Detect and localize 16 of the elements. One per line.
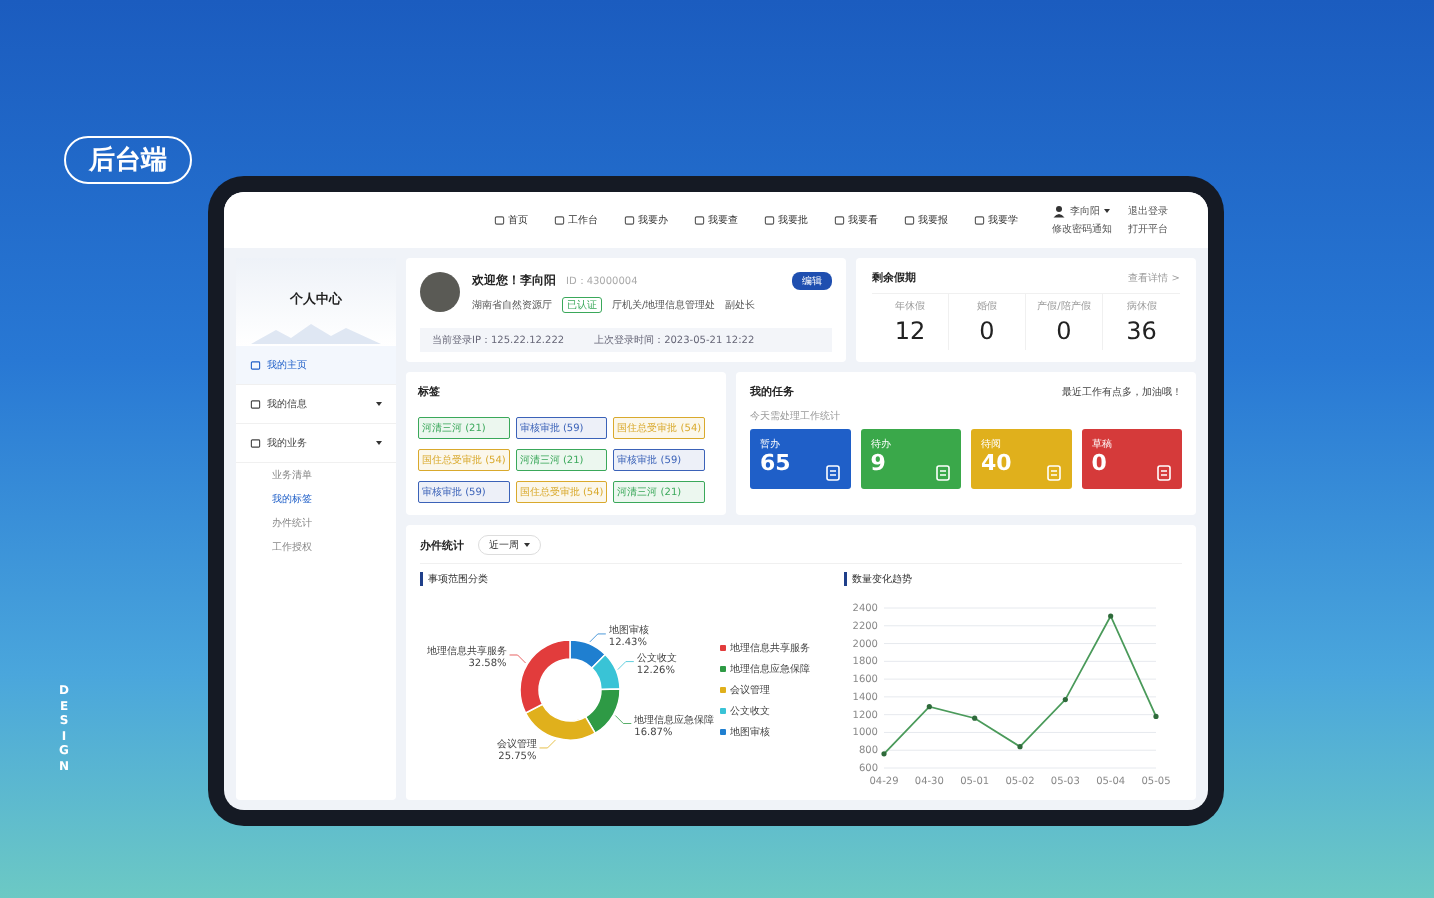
document-icon (1154, 463, 1174, 483)
avatar-placeholder (420, 272, 460, 312)
caret-icon (376, 402, 382, 406)
avatar-icon (1052, 204, 1066, 218)
document-icon (1043, 463, 1064, 483)
document-icon (822, 463, 843, 483)
platform-badge: 后台端 (64, 136, 192, 184)
caret-icon (524, 543, 530, 547)
stat-value: 36 (1126, 317, 1157, 345)
stat-value: 0 (1056, 317, 1072, 345)
stat-value: 0 (979, 317, 995, 345)
stat-value: 12 (894, 317, 926, 345)
mountain-drawing (251, 318, 381, 346)
caret-icon (1104, 209, 1110, 213)
caret-icon (376, 441, 382, 445)
document-icon (933, 463, 953, 483)
